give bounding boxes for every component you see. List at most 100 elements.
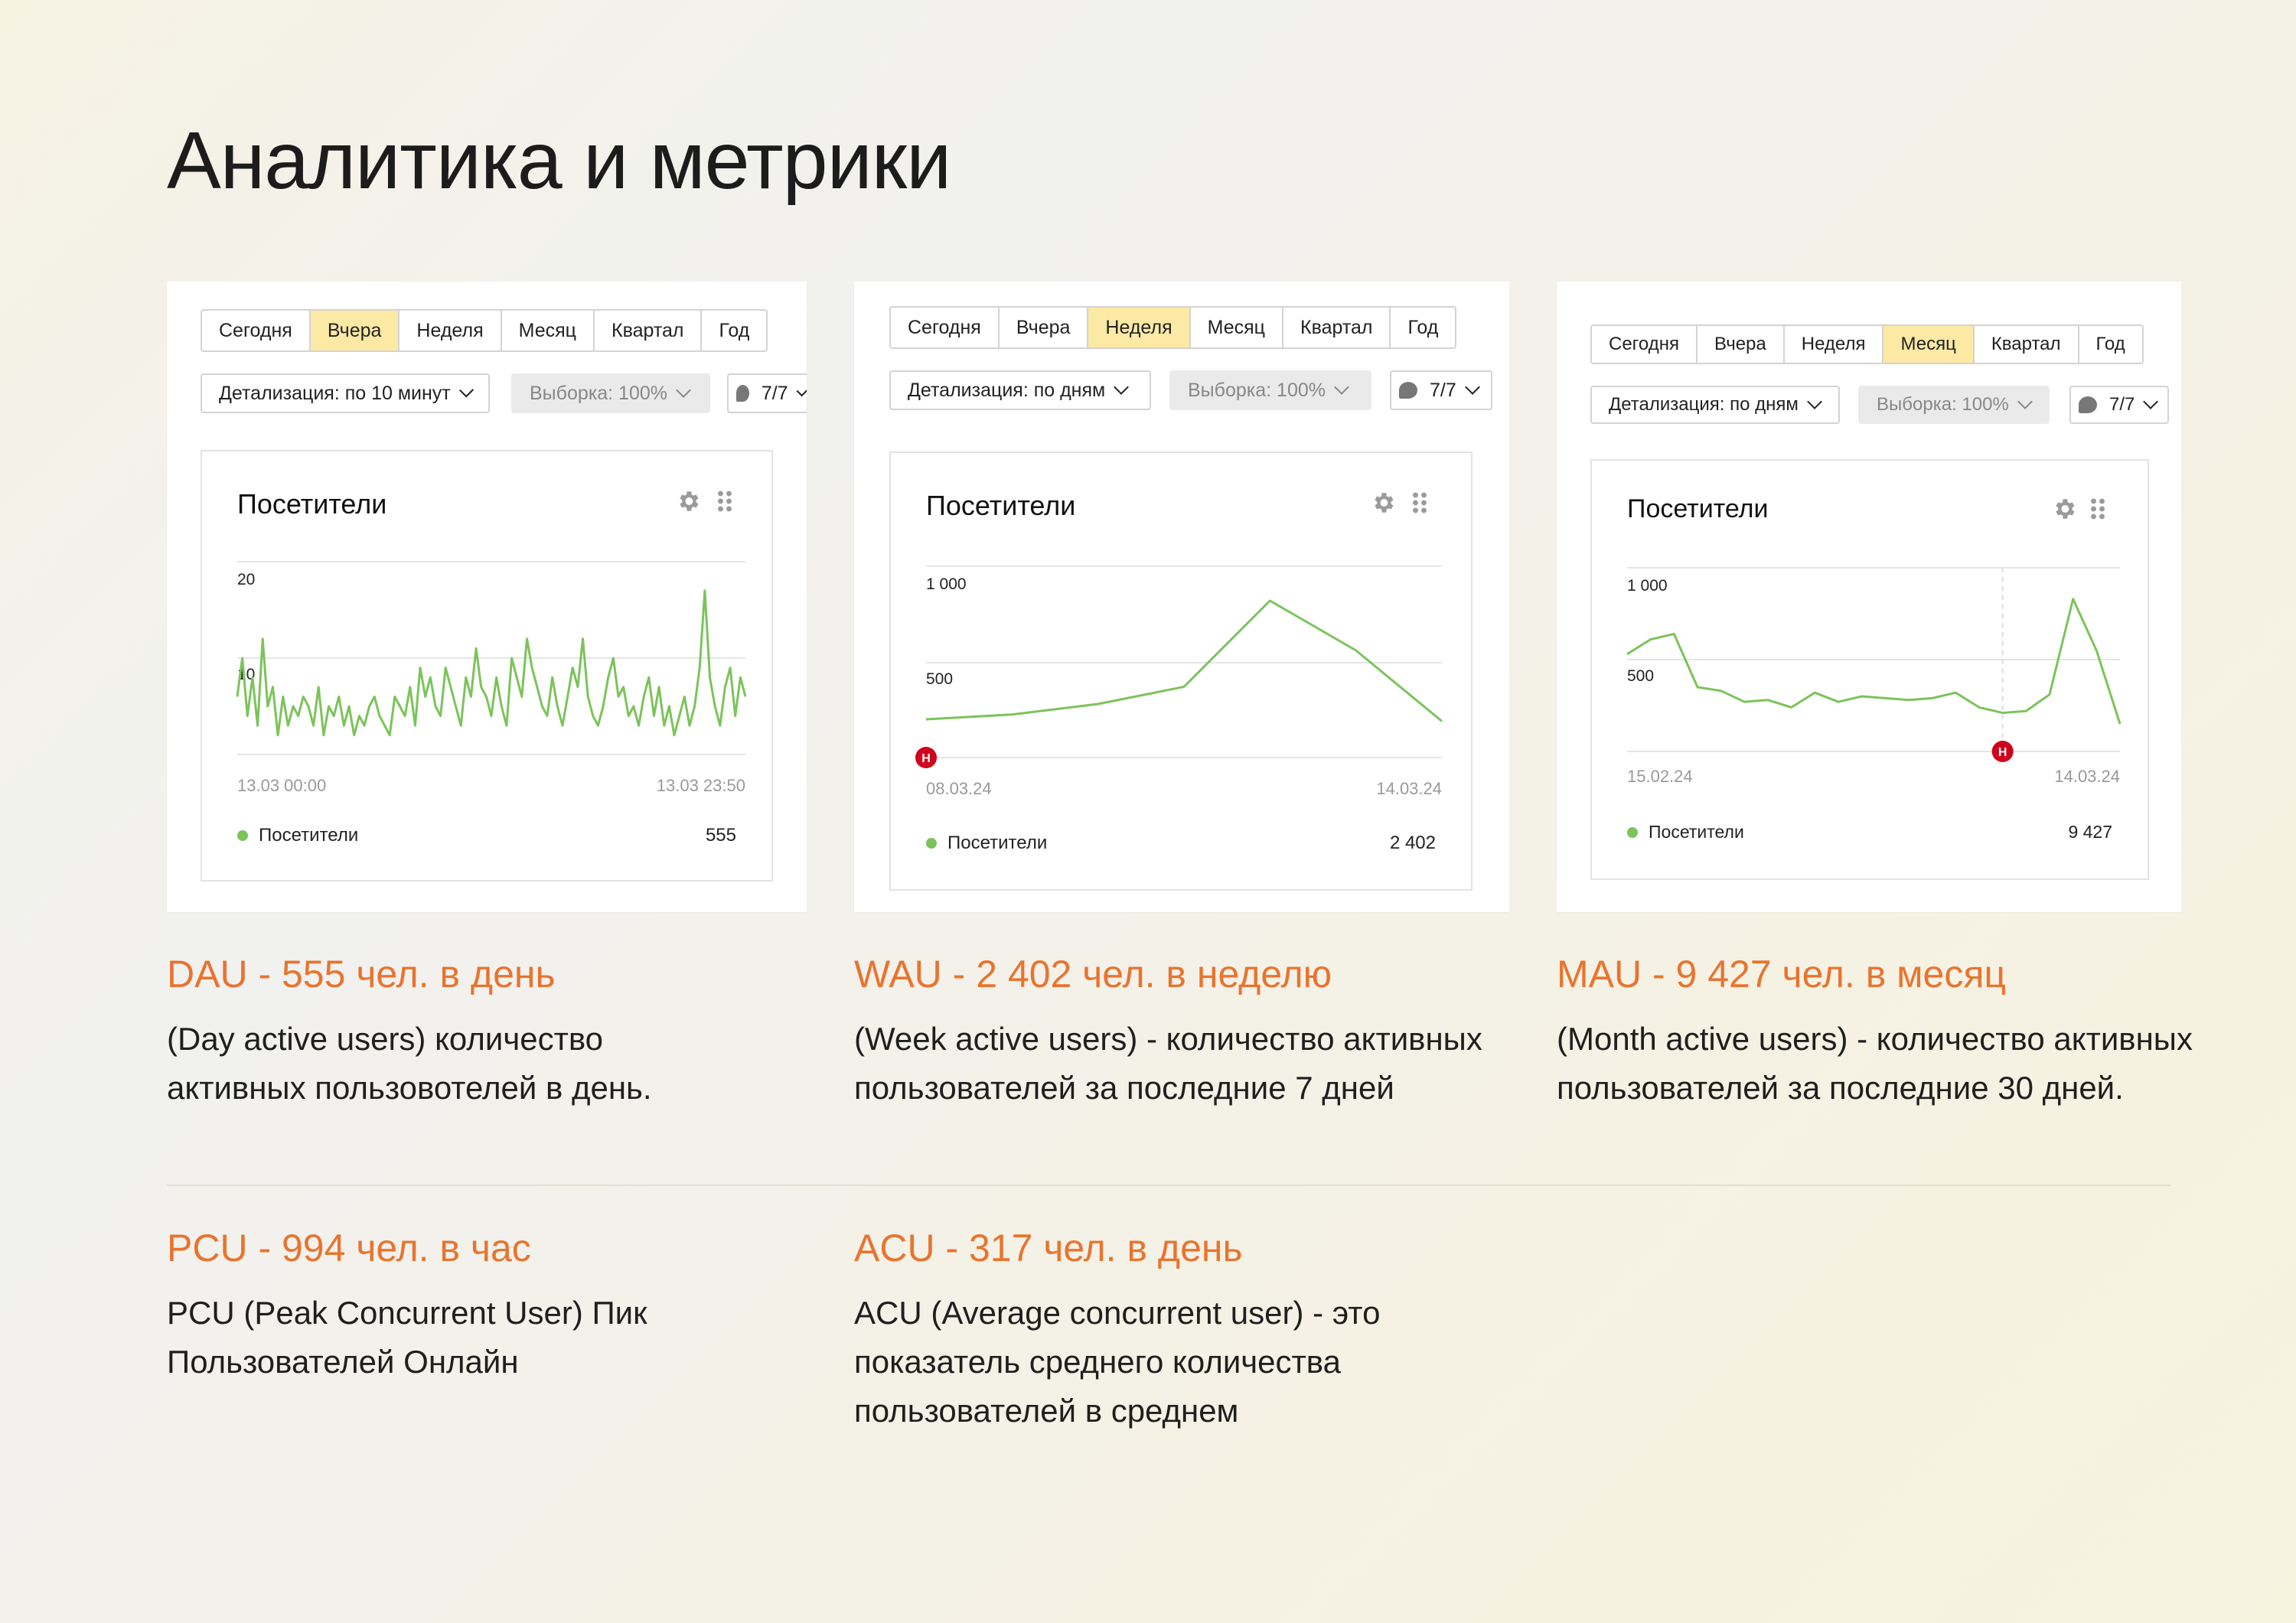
legend-label: Посетители [1649, 822, 1744, 842]
sample-select-label: Выборка: 100% [530, 382, 667, 404]
sample-select[interactable]: Выборка: 100% [511, 373, 710, 413]
series-dot [926, 838, 937, 849]
mau-title: MAU - 9 427 чел. в месяц [1557, 953, 2007, 996]
series-line [1626, 598, 2122, 725]
visitors-total: 555 [705, 825, 736, 846]
x-tick-label: 13.03 00:00 [237, 776, 326, 795]
dau-title: DAU - 555 чел. в день [167, 953, 556, 996]
filter-select-label: 7/7 [761, 382, 788, 404]
legend-label: Посетители [947, 833, 1048, 853]
detail-select[interactable]: Детализация: по дням [889, 370, 1151, 410]
tab-year[interactable]: Год [2079, 326, 2142, 363]
series-dot [237, 830, 248, 841]
legend-label: Посетители [259, 825, 359, 846]
section-divider [167, 1185, 2170, 1186]
tab-month[interactable]: Месяц [1883, 326, 1975, 363]
visitors-chart: 201013.03 00:00 13.03 23:50 [236, 561, 747, 795]
dau-description: (Day active users) количество активных п… [167, 1021, 652, 1106]
chevron-down-icon [2017, 394, 2033, 409]
chart-legend: Посетители [1627, 822, 1744, 842]
tab-quarter[interactable]: Квартал [1283, 308, 1391, 347]
chart-legend: Посетители [237, 825, 358, 846]
detail-select[interactable]: Детализация: по 10 минут [201, 373, 490, 413]
dau-widget-card: Сегодня Вчера Неделя Месяц Квартал Год Д… [167, 282, 807, 912]
comment-bubble-icon [1399, 382, 1417, 399]
tab-week[interactable]: Неделя [1088, 308, 1191, 347]
y-tick-label: 20 [237, 571, 255, 588]
y-tick-label: 1 000 [926, 575, 967, 593]
sample-select-label: Выборка: 100% [1877, 394, 2009, 415]
visitors-chart: 1 000 500 15.02.24 14.03.24 Н [1626, 567, 2122, 786]
tab-quarter[interactable]: Квартал [1975, 326, 2079, 363]
pcu-title: PCU - 994 чел. в час [167, 1227, 531, 1269]
acu-description: ACU (Average concurrent user) - это пока… [854, 1295, 1381, 1429]
chart-legend: Посетители [926, 833, 1047, 854]
chevron-down-icon [1334, 380, 1349, 395]
filter-select[interactable]: 7/7 [727, 373, 807, 413]
x-tick-label: 14.03.24 [2054, 767, 2120, 786]
page-title: Аналитика и метрики [167, 116, 951, 206]
tab-today[interactable]: Сегодня [202, 311, 311, 350]
tab-yesterday[interactable]: Вчера [1698, 326, 1785, 363]
chevron-down-icon [1806, 394, 1822, 409]
chevron-down-icon [458, 383, 475, 398]
period-tabs: Сегодня Вчера Неделя Месяц Квартал Год [1590, 324, 2144, 364]
pcu-description: PCU (Peak Concurrent User) Пик Пользоват… [167, 1295, 647, 1380]
period-tabs: Сегодня Вчера Неделя Месяц Квартал Год [201, 309, 768, 352]
x-tick-label: 14.03.24 [1376, 779, 1442, 798]
tab-today[interactable]: Сегодня [891, 308, 1000, 347]
y-tick-label: 500 [1627, 667, 1654, 685]
comment-bubble-icon [736, 385, 749, 402]
filter-select[interactable]: 7/7 [2069, 386, 2169, 424]
detail-select-label: Детализация: по дням [1609, 394, 1799, 415]
tab-yesterday[interactable]: Вчера [1000, 308, 1089, 347]
period-tabs: Сегодня Вчера Неделя Месяц Квартал Год [889, 306, 1457, 349]
filter-select-label: 7/7 [1430, 379, 1456, 401]
x-tick-label: 08.03.24 [926, 779, 992, 798]
tab-month[interactable]: Месяц [1191, 308, 1283, 347]
visitors-total: 2 402 [1389, 833, 1436, 853]
visitors-total: 9 427 [2068, 822, 2112, 842]
tab-week[interactable]: Неделя [1785, 326, 1884, 363]
chevron-down-icon [2143, 394, 2159, 409]
series-line [236, 589, 747, 737]
detail-select-label: Детализация: по дням [908, 379, 1106, 401]
tab-quarter[interactable]: Квартал [595, 311, 703, 350]
chevron-down-icon [676, 383, 691, 398]
x-tick-label: 15.02.24 [1627, 767, 1693, 786]
chevron-down-icon [1114, 380, 1130, 395]
filter-select-label: 7/7 [2109, 394, 2135, 415]
tab-year[interactable]: Год [702, 311, 766, 350]
annotation-marker-label: Н [1998, 746, 2007, 759]
mau-widget-card: Сегодня Вчера Неделя Месяц Квартал Год Д… [1557, 282, 2181, 912]
wau-description: (Week active users) - количество активны… [854, 1021, 1482, 1106]
detail-select-label: Детализация: по 10 минут [219, 382, 451, 404]
tab-week[interactable]: Неделя [400, 311, 502, 350]
annotation-marker-label: Н [921, 752, 931, 765]
acu-title: ACU - 317 чел. в день [854, 1227, 1243, 1269]
tab-yesterday[interactable]: Вчера [310, 311, 400, 350]
sample-select[interactable]: Выборка: 100% [1858, 386, 2050, 424]
detail-select[interactable]: Детализация: по дням [1590, 386, 1840, 424]
y-tick-label: 1 000 [1627, 577, 1668, 595]
comment-bubble-icon [2079, 396, 2097, 413]
series-dot [1627, 826, 1638, 838]
tab-month[interactable]: Месяц [502, 311, 595, 350]
chevron-down-icon [796, 383, 807, 397]
sample-select[interactable]: Выборка: 100% [1169, 370, 1371, 410]
chevron-down-icon [1464, 380, 1480, 395]
tab-today[interactable]: Сегодня [1592, 326, 1698, 363]
x-tick-label: 13.03 23:50 [657, 776, 745, 795]
y-tick-label: 500 [926, 670, 953, 688]
visitors-panel: Посетители 1 000 500 15.02.24 14.03.24 Н Пос… [1590, 459, 2149, 880]
sample-select-label: Выборка: 100% [1188, 379, 1326, 401]
filter-select[interactable]: 7/7 [1390, 370, 1492, 410]
wau-title: WAU - 2 402 чел. в неделю [854, 953, 1332, 996]
mau-description: (Month active users) - количество активн… [1557, 1021, 2193, 1106]
visitors-panel: Посетители 20 10 13.03 00:00 13.03 23:50 По… [201, 450, 773, 882]
visitors-chart: 1 000 500 08.03.24 14.03.24 Н [915, 565, 1443, 798]
tab-year[interactable]: Год [1391, 308, 1455, 347]
visitors-panel: Посетители 1 000 500 08.03.24 14.03.24 Н Пос… [889, 451, 1473, 891]
wau-widget-card: Сегодня Вчера Неделя Месяц Квартал Год Д… [854, 282, 1509, 912]
series-line [925, 599, 1443, 722]
